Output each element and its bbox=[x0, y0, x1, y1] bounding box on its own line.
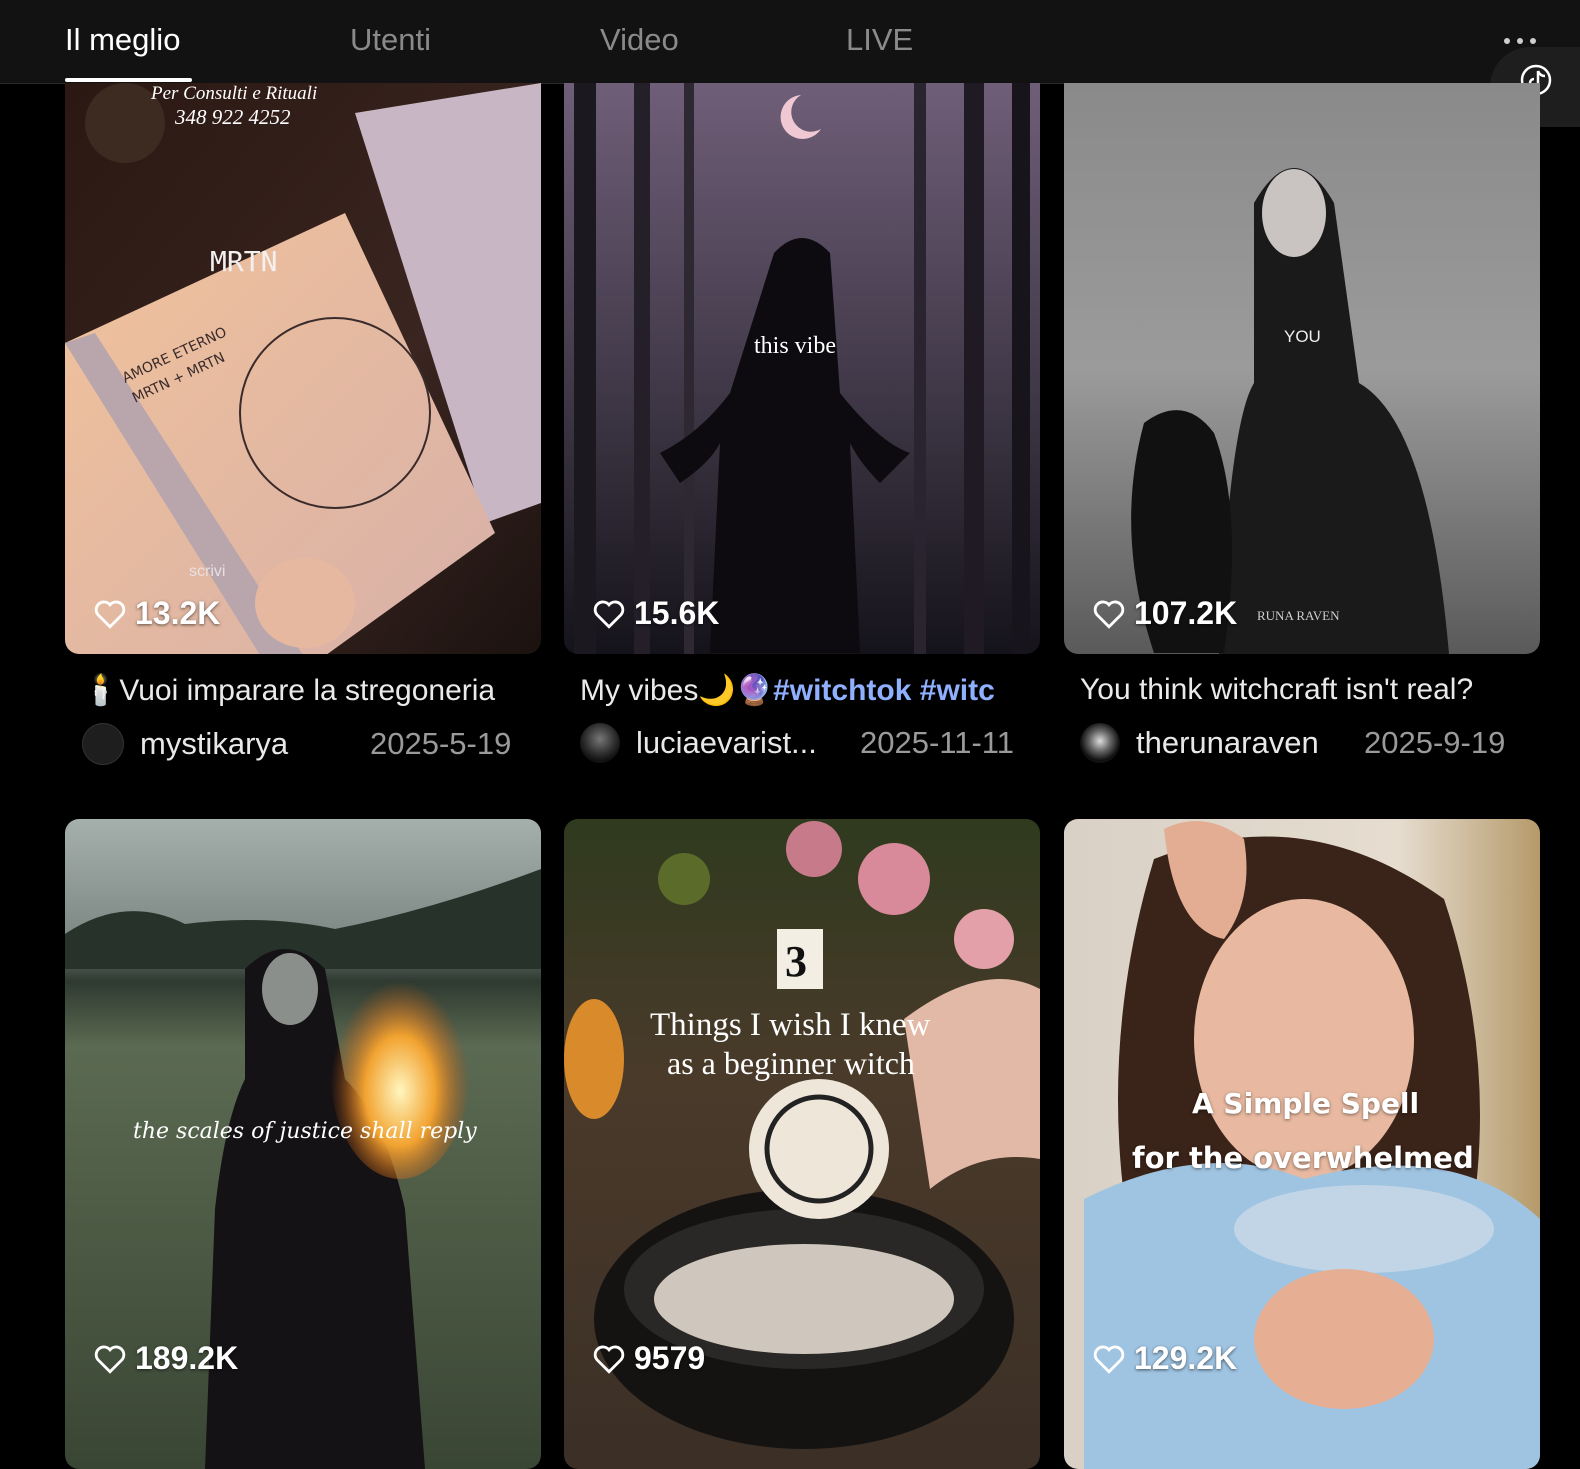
video-meta: mystikarya 2025-5-19 bbox=[82, 723, 511, 765]
video-card-6[interactable]: A Simple Spell for the overwhelmed 129.2… bbox=[1064, 819, 1540, 1469]
avatar[interactable] bbox=[1080, 723, 1120, 763]
overlay-text: for the overwhelmed bbox=[1132, 1141, 1474, 1175]
overlay-text: the scales of justice shall reply bbox=[133, 1119, 477, 1144]
avatar[interactable] bbox=[82, 723, 124, 765]
like-count: 9579 bbox=[592, 1340, 705, 1377]
overlay-text: Things I wish I knew bbox=[650, 1007, 931, 1043]
tab-video[interactable]: Video bbox=[600, 22, 679, 58]
username[interactable]: therunaraven bbox=[1136, 725, 1364, 761]
video-card-2[interactable]: this vibe 15.6K bbox=[564, 83, 1040, 654]
like-count: 129.2K bbox=[1092, 1340, 1237, 1377]
overlay-text: YOU bbox=[1284, 327, 1321, 346]
overlay-text: scrivi bbox=[189, 563, 226, 580]
tab-il-meglio[interactable]: Il meglio bbox=[65, 22, 180, 58]
overlay-text: Per Consulti e Rituali bbox=[151, 83, 318, 104]
video-card-4[interactable]: the scales of justice shall reply 189.2K bbox=[65, 819, 541, 1469]
like-count: 13.2K bbox=[93, 595, 220, 632]
more-dots-icon[interactable] bbox=[1500, 32, 1540, 48]
overlay-text: 3 bbox=[785, 937, 807, 986]
avatar[interactable] bbox=[580, 723, 620, 763]
tab-live[interactable]: LIVE bbox=[846, 22, 913, 58]
username[interactable]: luciaevarist... bbox=[636, 725, 860, 761]
tab-utenti[interactable]: Utenti bbox=[350, 22, 431, 58]
overlay-text: A Simple Spell bbox=[1192, 1087, 1420, 1120]
heart-outline-icon bbox=[593, 1345, 625, 1374]
overlay-text: RUNA RAVEN bbox=[1257, 608, 1340, 623]
heart-outline-icon bbox=[1093, 600, 1125, 629]
video-caption[interactable]: You think witchcraft isn't real? bbox=[1080, 673, 1530, 707]
like-count: 15.6K bbox=[592, 595, 719, 632]
like-count: 107.2K bbox=[1092, 595, 1237, 632]
overlay-text: 348 922 4252 bbox=[175, 105, 291, 129]
active-tab-indicator bbox=[65, 78, 192, 82]
heart-outline-icon bbox=[593, 600, 625, 629]
video-meta: luciaevarist... 2025-11-11 bbox=[580, 723, 1014, 763]
video-caption[interactable]: My vibes🌙🔮#witchtok #witc bbox=[580, 673, 1030, 708]
like-count: 189.2K bbox=[93, 1340, 238, 1377]
post-date: 2025-5-19 bbox=[370, 726, 512, 761]
overlay-text: this vibe bbox=[754, 333, 836, 359]
heart-outline-icon bbox=[1093, 1345, 1125, 1374]
heart-outline-icon bbox=[94, 1345, 126, 1374]
video-meta: therunaraven 2025-9-19 bbox=[1080, 723, 1505, 763]
post-date: 2025-9-19 bbox=[1364, 725, 1506, 760]
username[interactable]: mystikarya bbox=[140, 726, 360, 762]
overlay-text: as a beginner witch bbox=[667, 1045, 915, 1081]
overlay-text: MRTN bbox=[210, 245, 278, 278]
top-tab-bar: Il meglio Utenti Video LIVE bbox=[0, 0, 1580, 84]
video-card-5[interactable]: 3 Things I wish I knew as a beginner wit… bbox=[564, 819, 1040, 1469]
heart-outline-icon bbox=[94, 600, 126, 629]
post-date: 2025-11-11 bbox=[860, 725, 1014, 760]
video-card-3[interactable]: YOU RUNA RAVEN 107.2K bbox=[1064, 83, 1540, 654]
video-caption[interactable]: 🕯️Vuoi imparare la stregoneria bbox=[82, 673, 532, 708]
hashtag-text: #witchtok #witc bbox=[773, 674, 995, 707]
video-card-1[interactable]: AMORE ETERNO MRTN + MRTN Per Consulti e … bbox=[65, 83, 541, 654]
